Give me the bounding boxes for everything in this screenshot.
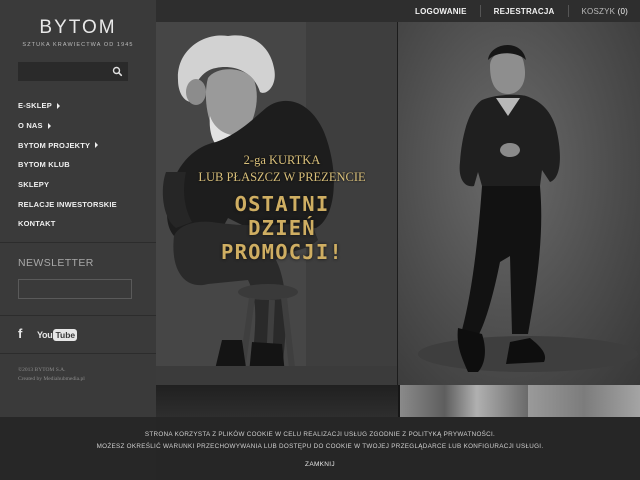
cart-label: KOSZYK	[581, 6, 616, 16]
cookie-text-line-1: STRONA KORZYSTA Z PLIKÓW COOKIE W CELU R…	[144, 431, 496, 438]
promo-line-1: 2-ga KURTKA	[243, 153, 321, 167]
login-link[interactable]: LOGOWANIE	[402, 7, 480, 16]
nav-item-relacje-inwestorskie[interactable]: RELACJE INWESTORSKIE	[18, 194, 117, 214]
nav-item-label: KONTAKT	[18, 219, 56, 229]
sidebar-divider	[0, 315, 156, 316]
nav-item-label: E-SKLEP	[18, 101, 52, 111]
logo-name[interactable]: BYTOM	[18, 17, 138, 39]
cookie-text-line-2: MOŻESZ OKREŚLIĆ WARUNKI PRZECHOWYWANIA L…	[96, 443, 544, 450]
newsletter-email-input[interactable]	[18, 279, 132, 299]
top-bar: LOGOWANIE REJESTRACJA KOSZYK (0)	[156, 0, 640, 22]
promo-headline-2: DZIEŃ	[248, 216, 316, 240]
standing-model-photo	[418, 44, 638, 372]
promo-banner[interactable]: 2-ga KURTKA LUB PŁASZCZ W PREZENCIE OSTA…	[156, 152, 408, 264]
footer-copyright: ©2013 BYTOM S.A. Created by Mediahubmedi…	[18, 366, 85, 384]
promo-line-2: LUB PŁASZCZ W PREZENCIE	[198, 170, 366, 184]
nav-item-bytom-klub[interactable]: BYTOM KLUB	[18, 155, 117, 175]
nav-item-o-nas[interactable]: O NAS	[18, 116, 117, 136]
nav-item-label: SKLEPY	[18, 180, 50, 190]
nav-item-label: BYTOM KLUB	[18, 160, 70, 170]
nav-item-sklepy[interactable]: SKLEPY	[18, 175, 117, 195]
youtube-you-text: You	[37, 329, 53, 340]
promo-headline-3: PROMOCJI!	[221, 240, 343, 264]
nav-item-label: BYTOM PROJEKTY	[18, 140, 91, 150]
nav-item-label: RELACJE INWESTORSKIE	[18, 199, 117, 209]
nav-item-kontakt[interactable]: KONTAKT	[18, 214, 117, 234]
cart-link[interactable]: KOSZYK (0)	[569, 7, 628, 16]
caret-right-icon	[47, 122, 51, 129]
main-nav: E-SKLEP O NAS BYTOM PROJEKTY BYTOM KLUB …	[18, 96, 117, 234]
thumbnail-strip	[156, 385, 640, 417]
register-link[interactable]: REJESTRACJA	[481, 7, 568, 16]
thumbnail-2[interactable]	[400, 385, 528, 417]
nav-item-bytom-projekty[interactable]: BYTOM PROJEKTY	[18, 135, 117, 155]
youtube-icon[interactable]: You Tube	[37, 328, 78, 341]
caret-right-icon	[56, 102, 60, 109]
thumbnail-3[interactable]	[528, 385, 640, 417]
logo-tagline: SZTUKA KRAWIECTWA OD 1945	[22, 42, 134, 48]
nav-item-label: O NAS	[18, 121, 43, 131]
thumbnail-1[interactable]	[156, 385, 398, 417]
cart-count: (0)	[617, 6, 628, 16]
copyright-text: ©2013 BYTOM S.A.	[18, 367, 66, 373]
promo-headline-1: OSTATNI	[234, 192, 330, 216]
search-icon[interactable]	[111, 65, 124, 78]
logo[interactable]: BYTOM SZTUKA KRAWIECTWA OD 1945	[18, 17, 138, 48]
sidebar-divider	[0, 353, 156, 354]
search-box	[18, 62, 128, 82]
youtube-tube-text: Tube	[53, 328, 78, 341]
newsletter-title: NEWSLETTER	[18, 257, 94, 269]
sidebar-divider	[0, 242, 156, 243]
caret-right-icon	[95, 142, 99, 149]
cookie-notice: STRONA KORZYSTA Z PLIKÓW COOKIE W CELU R…	[0, 417, 640, 480]
credit-link[interactable]: Created by Mediahubmedia.pl	[18, 376, 85, 382]
facebook-icon[interactable]: f	[18, 327, 22, 341]
nav-item-e-sklep[interactable]: E-SKLEP	[18, 96, 117, 116]
sidebar: BYTOM SZTUKA KRAWIECTWA OD 1945 E-SKLEP …	[0, 0, 156, 480]
cookie-close-button[interactable]: ZAMKNIJ	[305, 461, 335, 468]
search-input[interactable]	[19, 64, 111, 82]
hero-image-right[interactable]	[398, 22, 640, 385]
